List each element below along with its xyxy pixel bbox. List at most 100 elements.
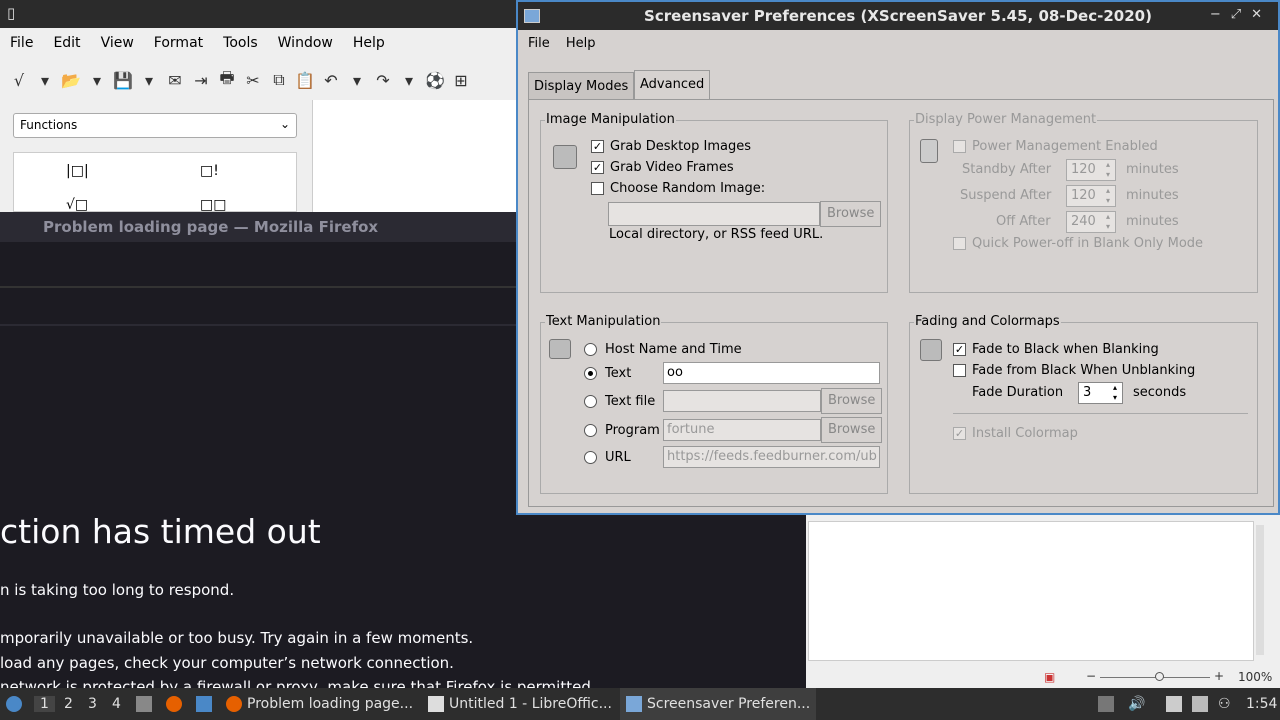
menu-view[interactable]: View [91,35,144,51]
task-firefox[interactable]: Problem loading page... [220,688,419,720]
checkbox-unchecked[interactable] [953,237,966,250]
user-icon[interactable]: ⚇ [1218,696,1231,712]
navigator-icon[interactable]: ⚽ [424,71,446,90]
email-icon[interactable]: ✉ [164,71,186,90]
terminal-icon[interactable] [196,696,212,712]
element-symbol[interactable]: √□ [66,197,88,213]
install-colormap-checkbox[interactable]: ✓ Install Colormap [953,426,1078,441]
image-directory-field[interactable] [608,202,820,226]
cut-icon[interactable]: ✂ [242,71,264,90]
image-browse-button[interactable]: Browse [820,201,882,227]
dropdown-icon[interactable]: ▾ [398,71,420,90]
host-name-radio[interactable]: Host Name and Time [584,342,742,357]
workspace-2[interactable]: 2 [64,696,73,712]
checkbox-checked[interactable]: ✓ [591,140,604,153]
text-input[interactable]: oo [663,362,880,384]
dropdown-icon[interactable]: ▾ [34,71,56,90]
url-radio[interactable]: URL [584,450,631,465]
zoom-handle[interactable] [1155,672,1164,681]
window-controls[interactable]: −⤢✕ [1210,7,1272,22]
program-browse-button[interactable]: Browse [821,417,883,443]
choose-random-checkbox[interactable]: Choose Random Image: [591,181,765,196]
formula-icon[interactable]: √ [8,71,30,90]
paste-icon[interactable]: 📋 [294,71,316,90]
element-symbol[interactable]: □! [200,163,219,179]
error-text: mporarily unavailable or too busy. Try a… [0,629,474,647]
menu-format[interactable]: Format [144,35,213,51]
firefox-icon[interactable] [166,696,182,712]
network-icon[interactable] [1192,696,1208,712]
text-file-field[interactable] [663,390,821,412]
radio-button-selected[interactable] [584,367,597,380]
undo-icon[interactable]: ↶ [320,71,342,90]
program-field[interactable]: fortune [663,419,821,441]
fade-duration-spinner[interactable]: 3 [1078,382,1123,404]
tab-display-modes[interactable]: Display Modes [528,72,635,100]
dropdown-icon[interactable]: ▾ [346,71,368,90]
start-menu-icon[interactable] [6,696,22,712]
vertical-scrollbar[interactable] [1256,525,1264,655]
url-field[interactable]: https://feeds.feedburner.com/ub [663,446,880,468]
grid-icon[interactable]: ⊞ [450,71,472,90]
menu-help[interactable]: Help [343,35,395,51]
quick-poweroff-checkbox[interactable]: Quick Power-off in Blank Only Mode [953,236,1203,251]
document-canvas[interactable] [312,100,516,212]
firefox-navbar [0,290,516,326]
clipboard-icon[interactable] [1166,696,1182,712]
checkbox-checked[interactable]: ✓ [953,343,966,356]
task-libreoffice[interactable]: Untitled 1 - LibreOffic... [422,688,618,720]
workspace-1[interactable]: 1 [34,696,55,712]
fade-from-black-checkbox[interactable]: Fade from Black When Unblanking [953,363,1195,378]
grab-desktop-checkbox[interactable]: ✓ Grab Desktop Images [591,139,751,154]
volume-icon[interactable]: 🔊 [1128,696,1145,712]
copy-icon[interactable]: ⧉ [268,70,290,90]
zoom-in-icon[interactable]: + [1214,669,1224,683]
radio-button[interactable] [584,343,597,356]
checkbox-unchecked[interactable] [953,140,966,153]
off-spinner[interactable]: 240 [1066,211,1116,233]
tab-advanced[interactable]: Advanced [634,70,711,100]
element-symbol[interactable]: |□| [66,163,89,179]
dropdown-icon[interactable]: ▾ [86,71,108,90]
zoom-level[interactable]: 100% [1238,670,1272,684]
open-icon[interactable]: 📂 [60,71,82,90]
save-icon[interactable]: 💾 [112,71,134,90]
fade-to-black-checkbox[interactable]: ✓ Fade to Black when Blanking [953,342,1159,357]
text-file-radio[interactable]: Text file [584,394,655,409]
redo-icon[interactable]: ↷ [372,71,394,90]
checkbox-checked[interactable]: ✓ [953,427,966,440]
radio-button[interactable] [584,451,597,464]
file-manager-icon[interactable] [136,696,152,712]
text-file-browse-button[interactable]: Browse [821,388,883,414]
workspace-3[interactable]: 3 [88,696,97,712]
fade-duration-label: Fade Duration [972,385,1064,400]
zoom-out-icon[interactable]: − [1086,669,1096,683]
power-enabled-checkbox[interactable]: Power Management Enabled [953,139,1158,154]
menu-tools[interactable]: Tools [213,35,268,51]
checkbox-unchecked[interactable] [591,182,604,195]
element-symbol[interactable]: □□ [200,197,226,213]
menu-file[interactable]: File [528,36,550,51]
print-icon[interactable]: 🖶 [216,67,238,94]
standby-spinner[interactable]: 120 [1066,159,1116,181]
menu-file[interactable]: File [0,35,43,51]
menu-window[interactable]: Window [268,35,343,51]
menu-edit[interactable]: Edit [43,35,90,51]
tray-icon[interactable] [1098,696,1114,712]
workspace-4[interactable]: 4 [112,696,121,712]
checkbox-unchecked[interactable] [953,364,966,377]
suspend-spinner[interactable]: 120 [1066,185,1116,207]
program-radio[interactable]: Program [584,423,660,438]
functions-dropdown[interactable]: Functions ⌄ [13,113,297,138]
dropdown-icon[interactable]: ▾ [138,71,160,90]
grab-video-checkbox[interactable]: ✓ Grab Video Frames [591,160,734,175]
task-screensaver[interactable]: Screensaver Preferen... [620,688,817,720]
error-text: n is taking too long to respond. [0,581,235,599]
checkbox-checked[interactable]: ✓ [591,161,604,174]
radio-button[interactable] [584,395,597,408]
text-radio[interactable]: Text [584,366,631,381]
document-page[interactable] [808,521,1254,661]
export-icon[interactable]: ⇥ [190,71,212,90]
menu-help[interactable]: Help [566,36,596,51]
radio-button[interactable] [584,424,597,437]
